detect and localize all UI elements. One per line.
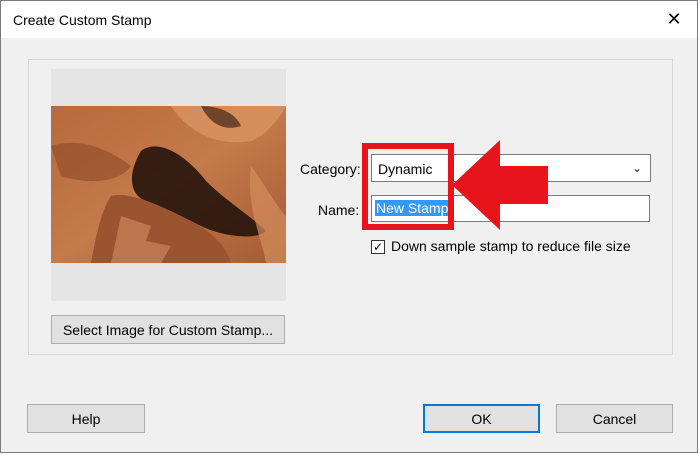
help-button[interactable]: Help xyxy=(27,404,145,433)
downsample-label[interactable]: Down sample stamp to reduce file size xyxy=(391,238,631,254)
ok-button[interactable]: OK xyxy=(423,404,540,433)
downsample-checkbox[interactable]: ✓ xyxy=(371,240,385,254)
title-bar: Create Custom Stamp ✕ xyxy=(1,1,697,38)
window-title: Create Custom Stamp xyxy=(13,12,152,28)
cancel-button[interactable]: Cancel xyxy=(556,404,673,433)
select-image-button[interactable]: Select Image for Custom Stamp... xyxy=(51,315,285,344)
checkmark-icon: ✓ xyxy=(372,240,384,254)
highlight-box xyxy=(362,143,454,230)
chevron-down-icon[interactable]: ⌄ xyxy=(632,161,642,175)
category-label: Category: xyxy=(300,161,361,177)
red-arrow-icon xyxy=(452,140,548,230)
close-icon[interactable]: ✕ xyxy=(651,1,697,38)
name-label: Name: xyxy=(318,202,360,218)
stamp-image-preview xyxy=(51,69,286,301)
mars-terrain-image xyxy=(51,106,286,263)
